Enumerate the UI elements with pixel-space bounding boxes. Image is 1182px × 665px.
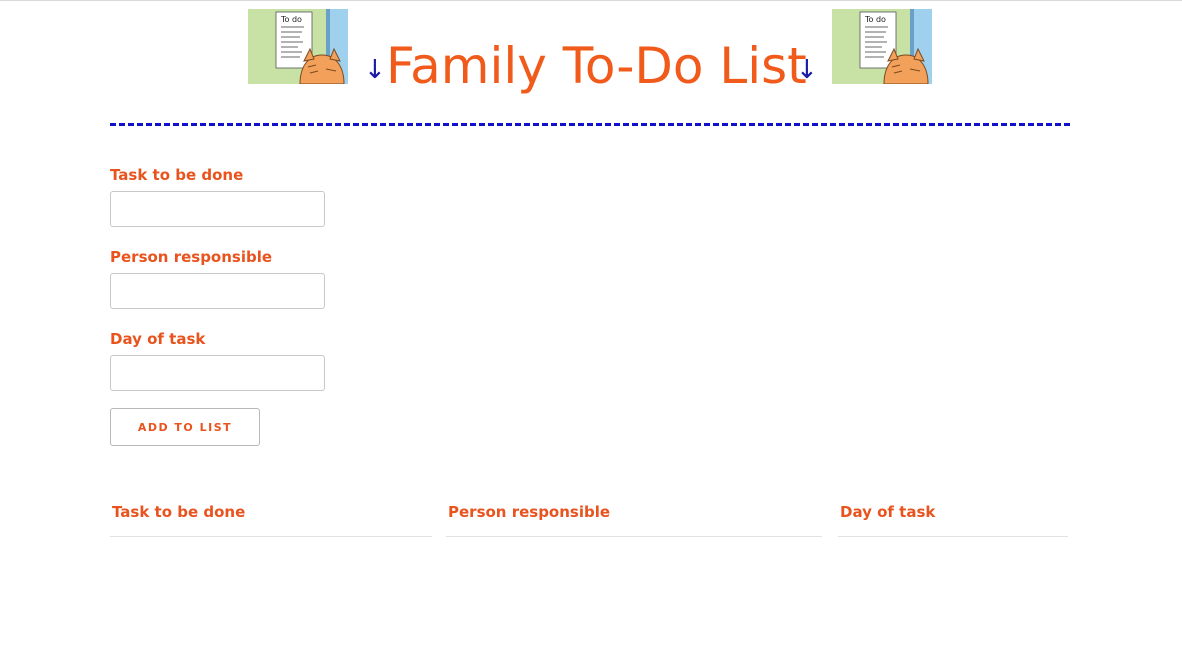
- thumbnail-text: To do: [280, 15, 302, 24]
- day-input[interactable]: [110, 355, 325, 391]
- todo-cat-thumbnail-left: To do: [248, 9, 348, 84]
- task-label: Task to be done: [110, 166, 244, 184]
- task-input[interactable]: [110, 191, 325, 227]
- person-input[interactable]: [110, 273, 325, 309]
- page-header: To do ↓ Family To-Do List ↓ To do: [0, 0, 1182, 100]
- column-header-person: Person responsible: [446, 502, 822, 537]
- down-arrow-icon-left: ↓: [364, 55, 386, 85]
- add-to-list-button[interactable]: ADD TO LIST: [110, 408, 260, 446]
- column-header-day: Day of task: [838, 502, 1068, 537]
- down-arrow-icon-right: ↓: [796, 55, 818, 85]
- thumbnail-text: To do: [864, 15, 886, 24]
- day-label: Day of task: [110, 330, 206, 348]
- person-label: Person responsible: [110, 248, 273, 266]
- column-header-task: Task to be done: [110, 502, 432, 537]
- dashed-divider: [110, 123, 1070, 126]
- page-title: Family To-Do List: [386, 37, 807, 95]
- todo-cat-thumbnail-right: To do: [832, 9, 932, 84]
